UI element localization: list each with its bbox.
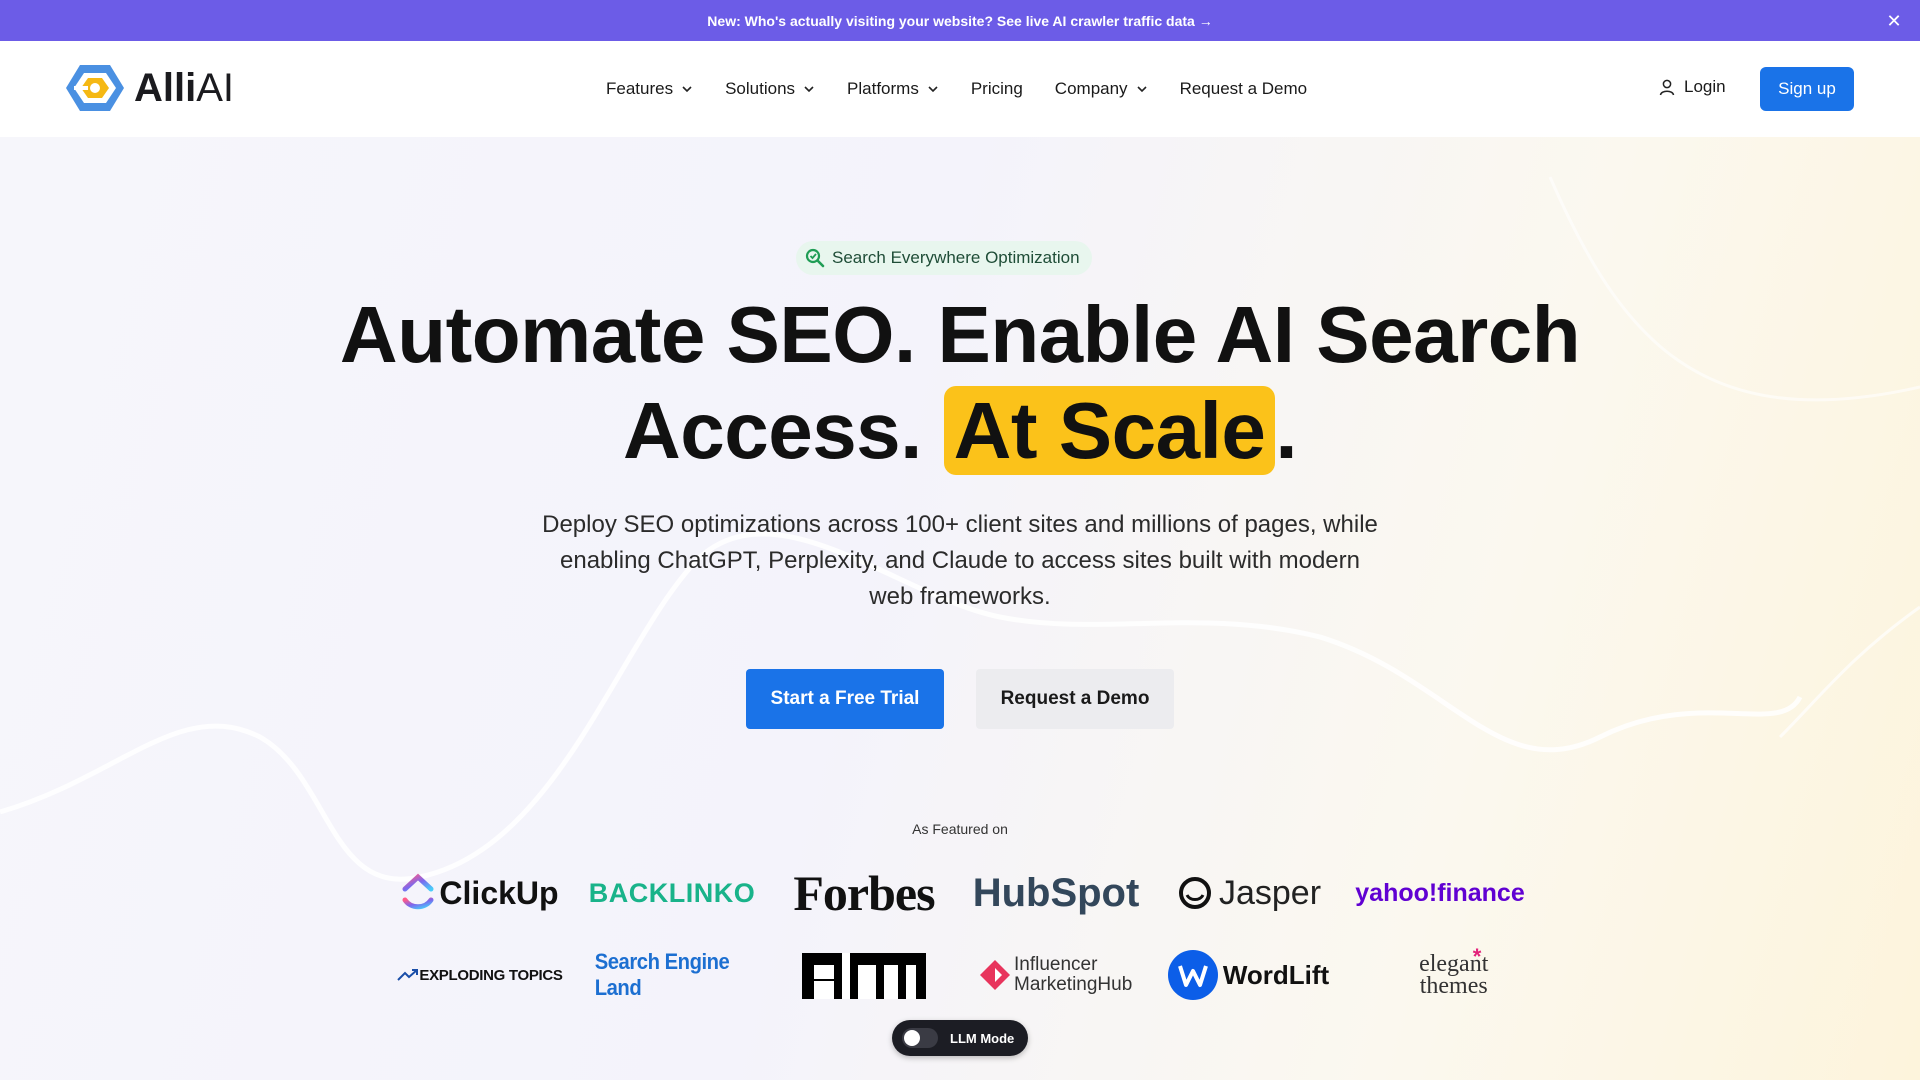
nav-item-company[interactable]: Company (1055, 79, 1148, 99)
alli-ai-logo[interactable]: AlliAI (64, 61, 234, 115)
badge-search-everywhere: Search Everywhere Optimization (796, 241, 1092, 275)
llm-mode-label: LLM Mode (950, 1030, 1015, 1046)
exploding-topics-logo: EXPLODING TOPICS (396, 945, 564, 1005)
logo-wordmark: AlliAI (134, 65, 235, 110)
chevron-down-icon (682, 86, 692, 93)
close-icon[interactable]: ✕ (1882, 9, 1906, 33)
search-icon (805, 248, 825, 268)
hubspot-logo: HubSpot (972, 863, 1140, 923)
clickup-logo-text: ClickUp (439, 874, 559, 911)
hubspot-logo-text: HubSpot (972, 870, 1140, 915)
announcement-bar[interactable]: New: Who's actually visiting your websit… (0, 0, 1920, 41)
toggle-switch[interactable] (902, 1028, 938, 1048)
nav-item-label: Solutions (725, 79, 796, 98)
clickup-logo: ClickUp (396, 863, 564, 923)
aim-logo-mark (802, 953, 926, 999)
clickup-logo-icon (402, 873, 434, 910)
login-label: Login (1684, 77, 1726, 96)
nav-item-label: Platforms (847, 79, 919, 98)
wordlift-logo-text: WordLift (1222, 959, 1330, 990)
search-engine-land-logo-text: Search Engine Land (594, 949, 730, 1000)
request-demo-button[interactable]: Request a Demo (976, 669, 1174, 729)
elegant-themes-logo-text: elegant themes (1419, 951, 1489, 999)
chevron-down-icon (804, 86, 814, 93)
backlinko-logo: BACKLINKO (588, 863, 756, 923)
start-free-trial-button[interactable]: Start a Free Trial (746, 669, 944, 729)
nav-item-label: Company (1054, 79, 1128, 98)
nav-item-features[interactable]: Features (606, 79, 693, 99)
forbes-logo: Forbes (780, 863, 948, 923)
nav-item-label: Request a Demo (1179, 79, 1308, 98)
user-icon (1659, 79, 1675, 96)
hero-headline: Automate SEO. Enable AI Search Access. A… (0, 287, 1920, 479)
wordlift-logo: WordLift (1164, 945, 1332, 1005)
featured-logos-row-1: ClickUp BACKLINKO Forbes HubSpot Jasper … (396, 863, 1525, 923)
headline-line-1: Automate SEO. Enable AI Search (339, 290, 1581, 379)
nav-item-label: Features (606, 79, 674, 98)
llm-mode-toggle[interactable]: LLM Mode (892, 1020, 1028, 1056)
featured-on-label: As Featured on (912, 821, 1008, 837)
influencer-marketinghub-logo: Influencer MarketingHub (972, 945, 1140, 1005)
nav-item-solutions[interactable]: Solutions (725, 79, 815, 99)
jasper-logo-text: Jasper (1218, 873, 1322, 912)
headline-suffix: . (1275, 386, 1298, 475)
yahoo-finance-logo: yahoo!finance (1355, 863, 1525, 923)
backlinko-logo-text: BACKLINKO (588, 877, 756, 908)
announcement-text[interactable]: New: Who's actually visiting your websit… (707, 13, 1212, 29)
nav-item-request-demo[interactable]: Request a Demo (1180, 79, 1308, 99)
nav-item-pricing[interactable]: Pricing (971, 79, 1023, 99)
toggle-knob (904, 1030, 920, 1046)
jasper-logo-icon (1178, 877, 1211, 909)
influencer-marketinghub-logo-icon (980, 960, 1010, 990)
influencer-marketinghub-logo-text: Influencer MarketingHub (1014, 954, 1133, 995)
trend-arrow-icon (397, 969, 419, 981)
alli-ai-logo-icon (66, 65, 124, 111)
search-engine-land-logo: Search Engine Land (588, 945, 756, 1005)
nav-links: Features Solutions Platforms Pricing Com… (606, 41, 1339, 137)
forbes-logo-text: Forbes (793, 865, 935, 921)
asterisk-icon: * (1472, 944, 1482, 969)
featured-logos-row-2: EXPLODING TOPICS Search Engine Land aim … (396, 944, 1524, 1005)
badge-label: Search Everywhere Optimization (832, 248, 1080, 267)
hero-subheadline: Deploy SEO optimizations across 100+ cli… (542, 511, 1378, 610)
hero-section: Search Everywhere Optimization Automate … (0, 137, 1920, 1080)
yahoo-finance-logo-text: yahoo!finance (1355, 878, 1525, 907)
wordlift-logo-icon (1167, 950, 1218, 1000)
headline-line-2: Access. (622, 386, 944, 475)
top-nav: AlliAI Features Solutions Platforms Pric… (0, 41, 1920, 137)
login-link[interactable]: Login (1658, 77, 1726, 97)
chevron-down-icon (1136, 86, 1147, 93)
nav-item-label: Pricing (970, 79, 1023, 98)
headline-highlight: At Scale (943, 386, 1276, 475)
aim-logo: aim (780, 945, 948, 1005)
exploding-topics-logo-text: EXPLODING TOPICS (419, 966, 563, 984)
elegant-themes-logo: elegant themes * (1356, 944, 1524, 1005)
nav-item-platforms[interactable]: Platforms (847, 79, 939, 99)
signup-button[interactable]: Sign up (1760, 67, 1854, 111)
jasper-logo: Jasper (1164, 863, 1332, 923)
chevron-down-icon (928, 86, 938, 93)
